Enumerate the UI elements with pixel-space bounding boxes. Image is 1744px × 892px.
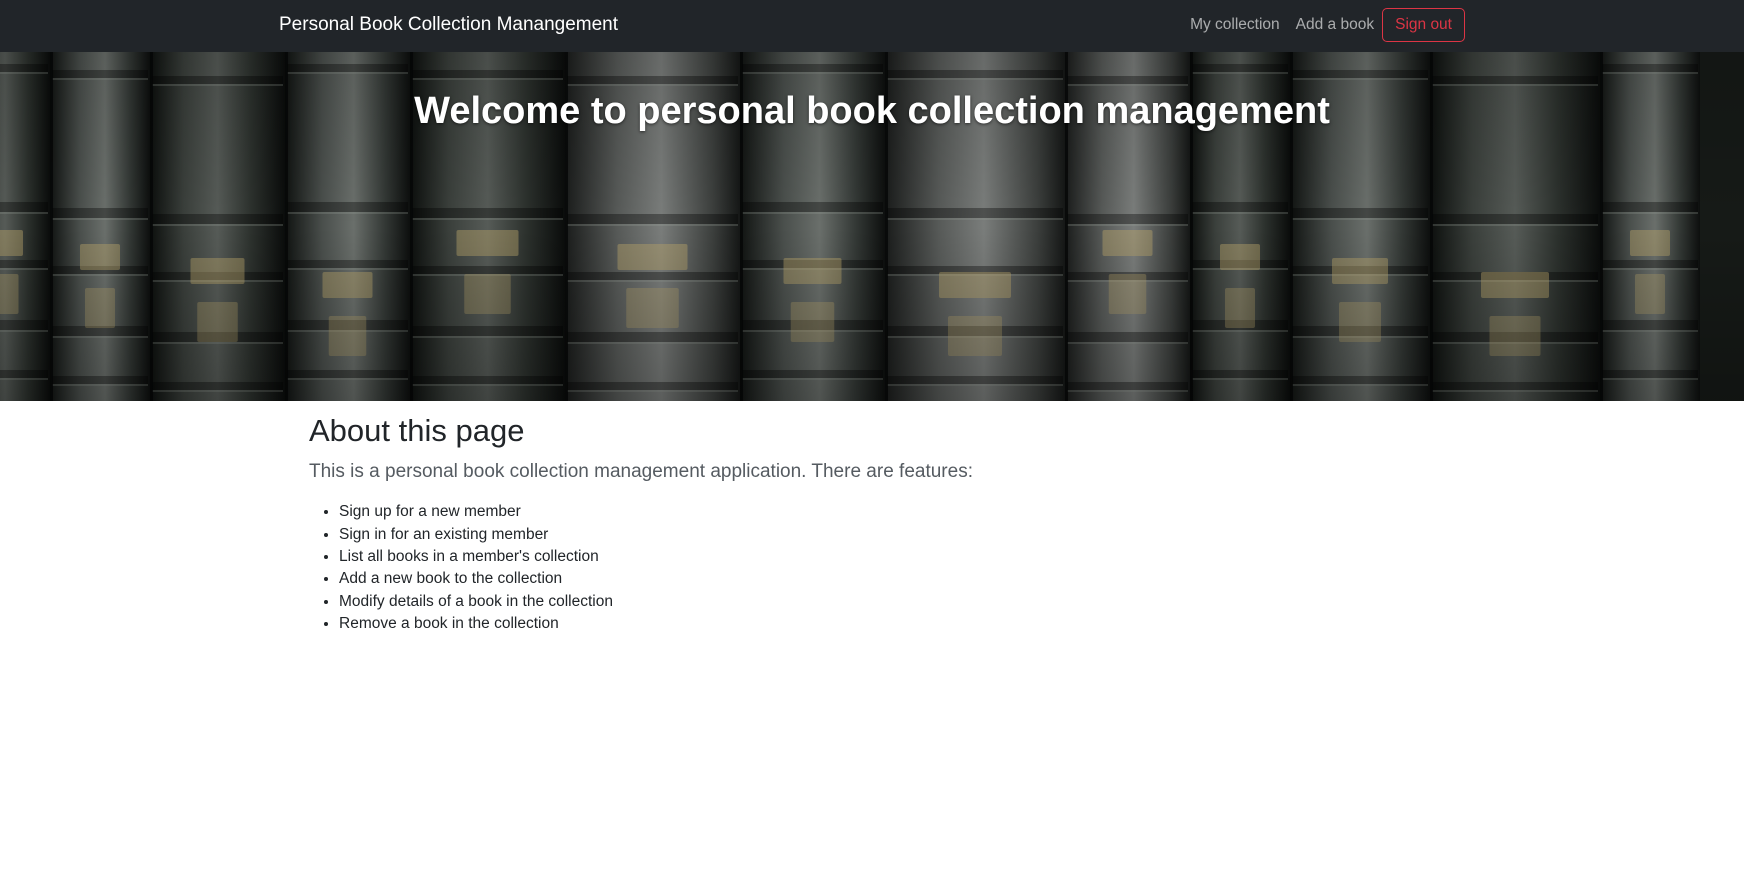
feature-item: Remove a book in the collection [339,613,1435,635]
brand-link[interactable]: Personal Book Collection Manangement [279,14,618,36]
nav-link-add-book[interactable]: Add a book [1288,16,1382,34]
top-navbar: Personal Book Collection Manangement My … [0,0,1744,52]
feature-item: Sign up for a new member [339,501,1435,523]
nav-link-my-collection[interactable]: My collection [1182,16,1288,34]
about-title: About this page [309,413,525,448]
hero-title: Welcome to personal book collection mana… [414,90,1330,132]
feature-item: List all books in a member's collection [339,546,1435,568]
feature-item: Modify details of a book in the collecti… [339,591,1435,613]
nav-links: My collection Add a book Sign out [1182,8,1465,42]
feature-list: Sign up for a new member Sign in for an … [309,501,1435,635]
hero-banner: Welcome to personal book collection mana… [0,52,1744,401]
about-lead: This is a personal book collection manag… [309,461,973,483]
about-section: About this page This is a personal book … [309,412,1435,636]
sign-out-button[interactable]: Sign out [1382,8,1465,42]
feature-item: Sign in for an existing member [339,524,1435,546]
feature-item: Add a new book to the collection [339,568,1435,590]
